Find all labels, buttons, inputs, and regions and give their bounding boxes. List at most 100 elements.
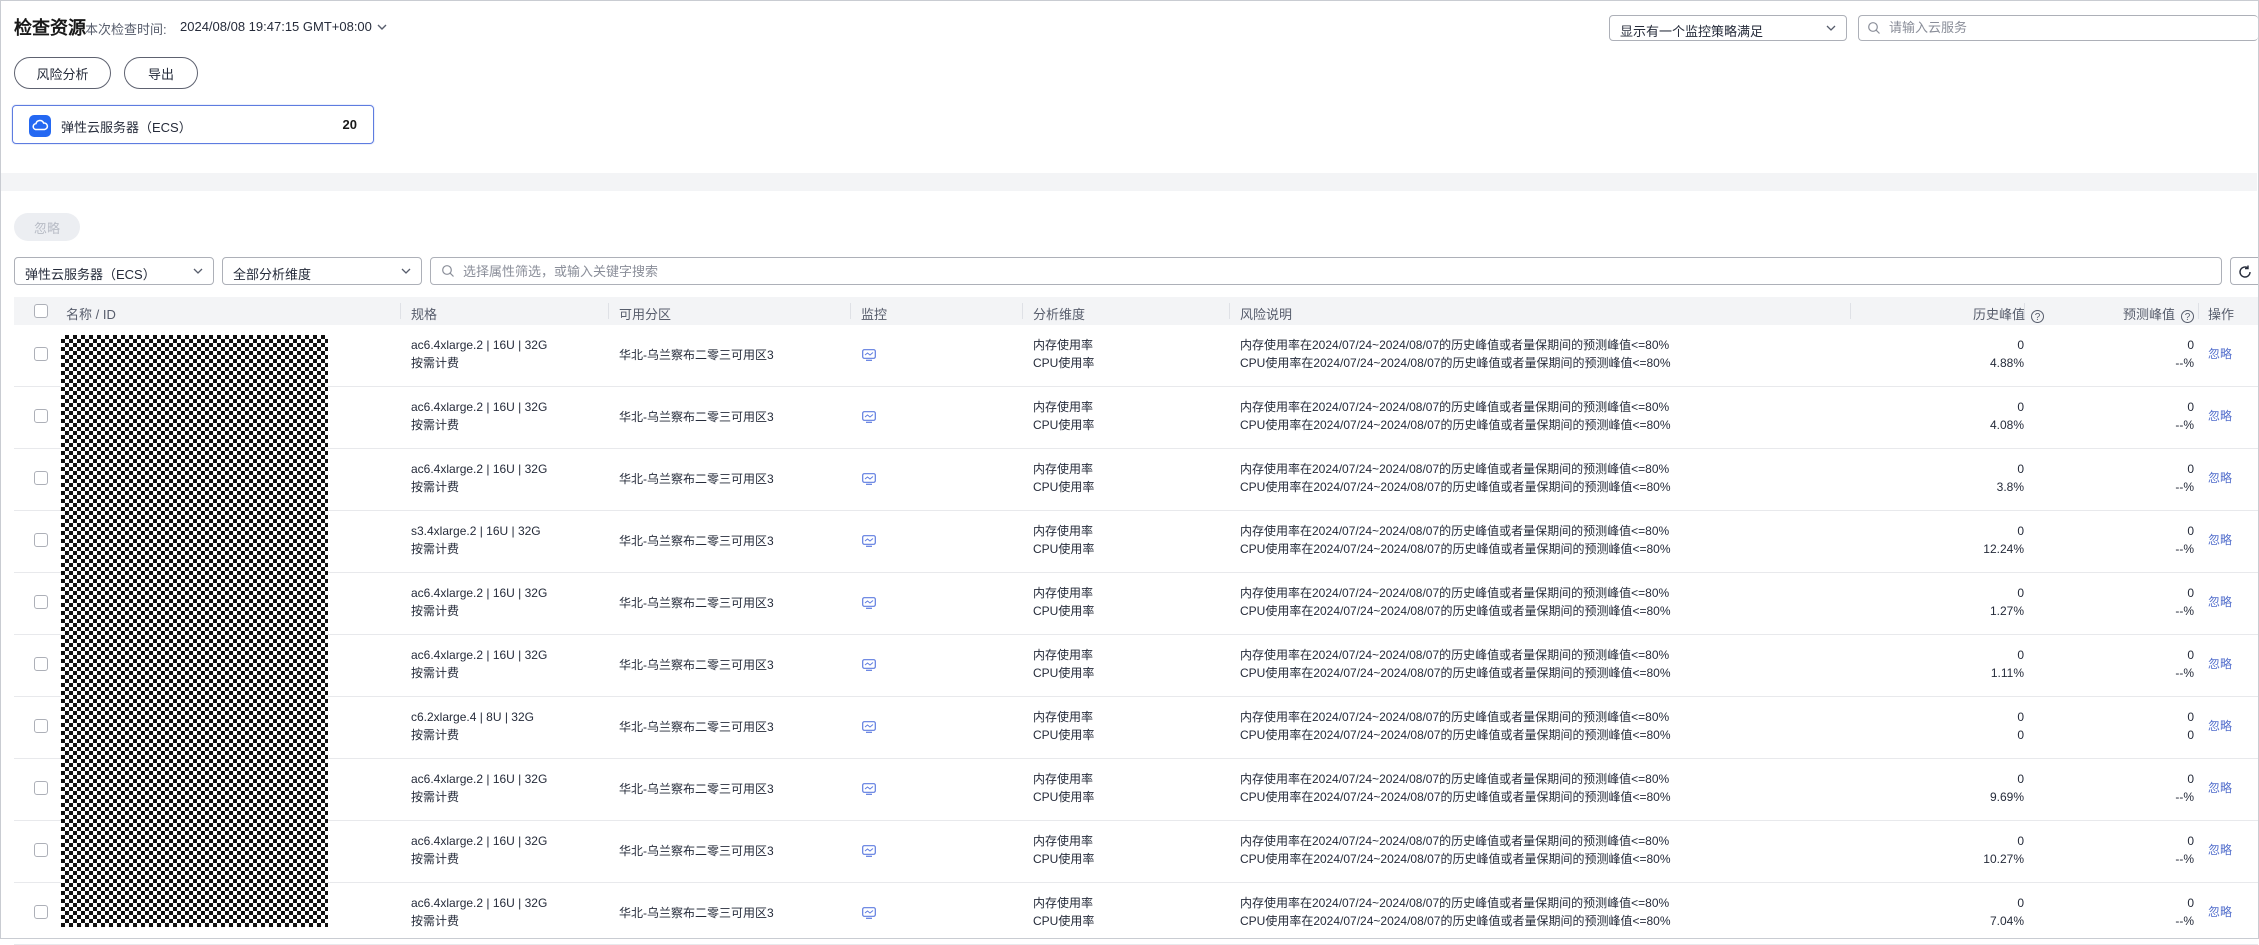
history-peak-memory: 0 — [2017, 834, 2024, 848]
predict-peak-cpu: --% — [2175, 666, 2194, 680]
ignore-link[interactable]: 忽略 — [2208, 593, 2232, 610]
row-checkbox[interactable] — [34, 533, 48, 547]
dimension-cpu: CPU使用率 — [1033, 790, 1095, 804]
row-checkbox[interactable] — [34, 843, 48, 857]
select-all-checkbox[interactable] — [34, 304, 48, 318]
ignore-link[interactable]: 忽略 — [2208, 531, 2232, 548]
spec-value: ac6.4xlarge.2 | 16U | 32G — [411, 834, 548, 848]
col-name: 名称 / ID — [66, 307, 116, 322]
export-button[interactable]: 导出 — [124, 57, 198, 89]
history-peak-cpu: 0 — [2017, 728, 2024, 742]
dimension-memory: 内存使用率 — [1033, 400, 1094, 414]
dimension-filter-value: 全部分析维度 — [233, 267, 312, 282]
predict-peak-cell: 0 --% — [2084, 832, 2194, 868]
table-row: ac6.4xlarge.2 | 16U | 32G 按需计费 华北-乌兰察布二零三可… — [14, 325, 2258, 387]
predict-peak-cpu: --% — [2175, 604, 2194, 618]
service-search[interactable] — [1858, 15, 2258, 41]
col-divider — [1022, 303, 1023, 319]
ignore-link[interactable]: 忽略 — [2208, 903, 2232, 920]
ignore-link[interactable]: 忽略 — [2208, 717, 2232, 734]
table-row: ac6.4xlarge.2 | 16U | 32G 按需计费 华北-乌兰察布二零三可… — [14, 449, 2258, 511]
predict-peak-memory: 0 — [2187, 772, 2194, 786]
table-body: ac6.4xlarge.2 | 16U | 32G 按需计费 华北-乌兰察布二零三可… — [14, 325, 2258, 945]
batch-ignore-button[interactable]: 忽略 — [14, 213, 80, 241]
zone-value: 华北-乌兰察布二零三可用区3 — [619, 720, 774, 734]
chevron-down-icon[interactable] — [374, 19, 390, 35]
dimension-memory: 内存使用率 — [1033, 772, 1094, 786]
ignore-link[interactable]: 忽略 — [2208, 779, 2232, 796]
row-checkbox[interactable] — [34, 905, 48, 919]
monitor-icon[interactable] — [862, 473, 876, 485]
history-peak-cell: 0 3.8% — [1914, 460, 2024, 496]
col-history-peak-label: 历史峰值 — [1972, 307, 2025, 322]
spec-value: ac6.4xlarge.2 | 16U | 32G — [411, 400, 548, 414]
billing-value: 按需计费 — [411, 542, 460, 556]
billing-value: 按需计费 — [411, 728, 460, 742]
service-search-input[interactable] — [1887, 19, 2231, 36]
predict-peak-cpu: --% — [2175, 418, 2194, 432]
history-peak-cell: 0 1.27% — [1914, 584, 2024, 620]
history-peak-memory: 0 — [2017, 896, 2024, 910]
service-card-ecs[interactable]: 弹性云服务器（ECS） 20 — [12, 105, 374, 144]
col-divider — [850, 303, 851, 319]
row-checkbox[interactable] — [34, 719, 48, 733]
history-peak-cpu: 3.8% — [1996, 480, 2024, 494]
policy-filter-select[interactable]: 显示有一个监控策略满足 — [1609, 15, 1847, 41]
history-peak-memory: 0 — [2017, 400, 2024, 414]
history-peak-cell: 0 4.08% — [1914, 398, 2024, 434]
refresh-button[interactable] — [2230, 257, 2258, 285]
predict-peak-cpu: 0 — [2187, 728, 2194, 742]
monitor-icon[interactable] — [862, 845, 876, 857]
risk-cell: 内存使用率在2024/07/24~2024/08/07的历史峰值或者量保期间的预… — [1240, 832, 1671, 868]
attribute-search-input[interactable] — [461, 263, 2165, 280]
monitor-icon[interactable] — [862, 907, 876, 919]
spec-cell: c6.2xlarge.4 | 8U | 32G 按需计费 — [411, 708, 534, 744]
dimension-cell: 内存使用率 CPU使用率 — [1033, 832, 1094, 868]
monitor-icon[interactable] — [862, 411, 876, 423]
risk-memory: 内存使用率在2024/07/24~2024/08/07的历史峰值或者量保期间的预… — [1240, 710, 1670, 724]
row-checkbox[interactable] — [34, 471, 48, 485]
col-spec: 规格 — [411, 307, 438, 322]
table-row: c6.2xlarge.4 | 8U | 32G 按需计费 华北-乌兰察布二零三可用区… — [14, 697, 2258, 759]
monitor-icon[interactable] — [862, 721, 876, 733]
risk-cell: 内存使用率在2024/07/24~2024/08/07的历史峰值或者量保期间的预… — [1240, 770, 1671, 806]
risk-cell: 内存使用率在2024/07/24~2024/08/07的历史峰值或者量保期间的预… — [1240, 708, 1671, 744]
zone-value: 华北-乌兰察布二零三可用区3 — [619, 348, 774, 362]
ignore-link[interactable]: 忽略 — [2208, 841, 2232, 858]
risk-analysis-button[interactable]: 风险分析 — [14, 57, 111, 89]
service-filter-select[interactable]: 弹性云服务器（ECS） — [14, 257, 214, 285]
monitor-icon[interactable] — [862, 659, 876, 671]
risk-memory: 内存使用率在2024/07/24~2024/08/07的历史峰值或者量保期间的预… — [1240, 896, 1670, 910]
col-divider — [608, 303, 609, 319]
row-checkbox[interactable] — [34, 781, 48, 795]
dimension-cell: 内存使用率 CPU使用率 — [1033, 770, 1094, 806]
monitor-icon[interactable] — [862, 597, 876, 609]
predict-peak-cpu: --% — [2175, 480, 2194, 494]
attribute-search[interactable] — [430, 257, 2222, 285]
predict-peak-memory: 0 — [2187, 834, 2194, 848]
dimension-memory: 内存使用率 — [1033, 338, 1094, 352]
row-checkbox[interactable] — [34, 657, 48, 671]
ignore-link[interactable]: 忽略 — [2208, 345, 2232, 362]
zone-value: 华北-乌兰察布二零三可用区3 — [619, 906, 774, 920]
ignore-link[interactable]: 忽略 — [2208, 655, 2232, 672]
dimension-cpu: CPU使用率 — [1033, 604, 1095, 618]
risk-cpu: CPU使用率在2024/07/24~2024/08/07的历史峰值或者量保期间的… — [1240, 604, 1671, 618]
col-operation: 操作 — [2208, 307, 2235, 322]
monitor-icon[interactable] — [862, 535, 876, 547]
help-icon[interactable]: ? — [2181, 310, 2194, 323]
dimension-filter-select[interactable]: 全部分析维度 — [222, 257, 422, 285]
ignore-link[interactable]: 忽略 — [2208, 469, 2232, 486]
monitor-icon[interactable] — [862, 349, 876, 361]
ignore-link[interactable]: 忽略 — [2208, 407, 2232, 424]
spec-value: ac6.4xlarge.2 | 16U | 32G — [411, 648, 548, 662]
spec-cell: ac6.4xlarge.2 | 16U | 32G 按需计费 — [411, 894, 547, 930]
row-checkbox[interactable] — [34, 347, 48, 361]
col-divider — [1229, 303, 1230, 319]
table-row: ac6.4xlarge.2 | 16U | 32G 按需计费 华北-乌兰察布二零三可… — [14, 387, 2258, 449]
row-checkbox[interactable] — [34, 409, 48, 423]
help-icon[interactable]: ? — [2031, 310, 2044, 323]
col-divider — [2198, 303, 2199, 319]
monitor-icon[interactable] — [862, 783, 876, 795]
row-checkbox[interactable] — [34, 595, 48, 609]
